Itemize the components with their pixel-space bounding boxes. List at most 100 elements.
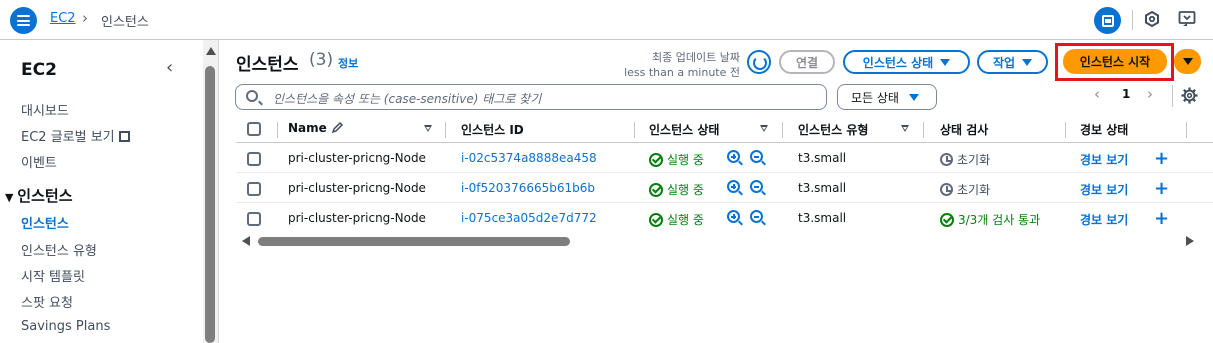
row-checkbox[interactable] [247,212,261,226]
instance-state: 실행 중 [649,211,704,228]
zoom-out-icon[interactable] [750,180,763,193]
launch-options-button[interactable] [1174,49,1201,74]
sidebar-section-instances[interactable]: ▼ 인스턴스 [5,185,73,206]
instance-id-link[interactable]: i-075ce3a05d2e7d772 [461,211,597,225]
next-page-icon[interactable]: › [1147,85,1153,103]
panel-toggle-icon[interactable] [1094,7,1121,34]
add-alarm-icon[interactable]: + [1154,178,1169,199]
breadcrumb-current: 인스턴스 [101,15,149,30]
sidebar-item-global-view[interactable]: EC2 글로벌 보기 [21,126,130,145]
column-instance-state[interactable]: 인스턴스 상태 [649,121,719,138]
table-horizontal-scroll-thumb[interactable] [258,237,570,246]
actions-button[interactable]: 작업 [977,50,1048,74]
sidebar-item-instances[interactable]: 인스턴스 [21,213,69,232]
divider [1065,122,1066,138]
edit-icon [331,121,344,134]
sidebar-section-label: 인스턴스 [17,187,73,205]
instance-state: 실행 중 [649,151,704,168]
check-circle-icon [649,153,663,167]
column-instance-id[interactable]: 인스턴스 ID [461,121,524,138]
column-name[interactable]: Name [288,121,344,135]
sidebar-scroll-thumb[interactable] [205,66,215,343]
instance-state-label: 실행 중 [667,213,704,227]
table-row[interactable]: pri-cluster-pricng-Node i-0f520376665b61… [236,174,1213,203]
search-placeholder: 인스턴스을 속성 또는 (case-sensitive) 태그로 찾기 [273,92,542,106]
main-content: 인스턴스 (3) 정보 최종 업데이트 날짜 less than a minut… [220,40,1213,343]
search-input[interactable]: 인스턴스을 속성 또는 (case-sensitive) 태그로 찾기 [235,84,827,110]
view-alarms-link[interactable]: 경보 보기 [1080,181,1128,198]
connect-button[interactable]: 연결 [779,50,835,74]
view-alarms-link[interactable]: 경보 보기 [1080,211,1128,228]
info-link[interactable]: 정보 [338,55,358,71]
sidebar-title: EC2 [21,60,57,80]
refresh-icon[interactable] [747,50,771,74]
scroll-up-arrow-icon[interactable] [206,47,216,55]
feedback-icon[interactable] [1178,10,1196,28]
page-title: 인스턴스 [236,55,299,75]
sidebar-item-label: EC2 글로벌 보기 [21,130,115,145]
instance-state-label: 실행 중 [667,183,704,197]
chevron-left-icon[interactable]: ‹ [166,57,173,78]
caret-down-icon: ▼ [5,191,18,204]
clock-icon [940,153,953,166]
table-row[interactable]: pri-cluster-pricng-Node i-02c5374a8888ea… [236,144,1213,173]
divider [445,122,446,138]
instance-state-label: 인스턴스 상태 [862,55,934,70]
add-alarm-icon[interactable]: + [1154,208,1169,229]
select-all-checkbox[interactable] [247,122,261,136]
row-checkbox[interactable] [247,182,261,196]
column-alarm-status[interactable]: 경보 상태 [1080,121,1128,138]
state-filter-select[interactable]: 모든 상태 [837,84,937,110]
divider [923,122,924,138]
sidebar-item-launch-templates[interactable]: 시작 템플릿 [21,266,85,285]
table-header: Name 인스턴스 ID 인스턴스 상태 인스턴스 유형 상태 검사 경보 상태 [236,117,1213,143]
row-checkbox[interactable] [247,152,261,166]
instance-type: t3.small [798,151,847,165]
hexagon-settings-icon[interactable] [1144,11,1160,27]
status-check-label: 초기화 [957,153,991,167]
instance-id-link[interactable]: i-0f520376665b61b6b [461,181,595,195]
instance-state-label: 실행 중 [667,153,704,167]
divider [634,122,635,138]
menu-icon[interactable] [10,7,37,34]
sidebar: EC2 ‹ 대시보드 EC2 글로벌 보기 이벤트 ▼ 인스턴스 인스턴스 인스… [0,40,203,343]
divider [277,122,278,138]
breadcrumb-ec2-link[interactable]: EC2 [50,11,76,26]
status-check: 초기화 [940,181,990,198]
table-row[interactable]: pri-cluster-pricng-Node i-075ce3a05d2e7d… [236,204,1213,233]
add-alarm-icon[interactable]: + [1154,148,1169,169]
caret-down-icon [1182,58,1193,65]
gear-icon[interactable] [1181,87,1198,104]
column-status-check[interactable]: 상태 검사 [940,121,988,138]
sidebar-item-dashboard[interactable]: 대시보드 [21,100,69,119]
view-alarms-link[interactable]: 경보 보기 [1080,151,1128,168]
zoom-out-icon[interactable] [750,210,763,223]
zoom-in-icon[interactable] [727,210,740,223]
launch-instance-button[interactable]: 인스턴스 시작 [1063,49,1167,74]
zoom-out-icon[interactable] [750,150,763,163]
caret-down-icon [940,58,951,66]
instance-type: t3.small [798,211,847,225]
column-instance-type[interactable]: 인스턴스 유형 [798,121,868,138]
sidebar-item-spot-requests[interactable]: 스팟 요청 [21,292,73,311]
sidebar-item-savings-plans[interactable]: Savings Plans [21,319,110,334]
sidebar-item-events[interactable]: 이벤트 [21,152,57,171]
sort-icon[interactable] [760,125,768,132]
instance-state-button[interactable]: 인스턴스 상태 [843,50,970,74]
status-check-label: 3/3개 검사 통과 [958,213,1041,227]
instance-state: 실행 중 [649,181,704,198]
sidebar-item-instance-types[interactable]: 인스턴스 유형 [21,240,97,259]
divider [1186,122,1187,138]
instance-name: pri-cluster-pricng-Node [288,151,426,165]
sort-icon[interactable] [901,125,909,132]
zoom-in-icon[interactable] [727,150,740,163]
scroll-left-arrow-icon[interactable] [242,236,250,246]
clock-icon [940,183,953,196]
prev-page-icon[interactable]: ‹ [1094,85,1100,103]
check-circle-icon [940,213,954,227]
page-number[interactable]: 1 [1122,87,1130,101]
sort-icon[interactable] [424,125,432,132]
zoom-in-icon[interactable] [727,180,740,193]
scroll-right-arrow-icon[interactable] [1186,236,1194,246]
instance-id-link[interactable]: i-02c5374a8888ea458 [461,151,597,165]
